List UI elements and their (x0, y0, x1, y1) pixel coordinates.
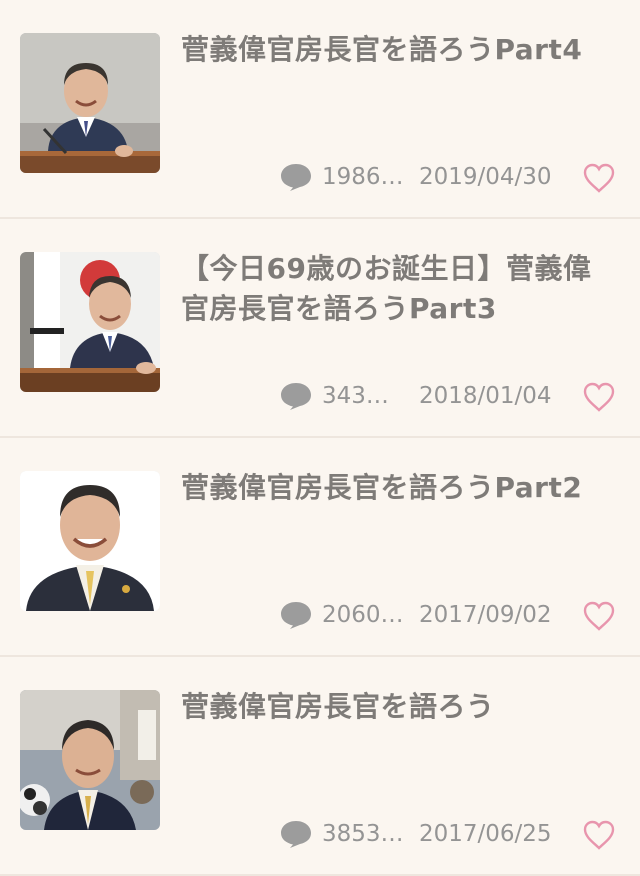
topic-meta: 343… 2018/01/04 (0, 379, 640, 419)
post-date: 2018/01/04 (419, 383, 552, 409)
thumbnail-image (20, 252, 160, 392)
topic-meta: 1986… 2019/04/30 (0, 160, 640, 200)
thumbnail-image (20, 33, 160, 173)
thumbnail-image (20, 471, 160, 611)
heart-outline-icon[interactable] (582, 819, 616, 851)
speech-bubble-icon (281, 602, 311, 629)
list-item[interactable]: 菅義偉官房長官を語ろうPart4 1986… 2019/04/30 (0, 0, 640, 219)
topic-thumbnail[interactable] (20, 33, 160, 173)
post-date: 2017/06/25 (419, 821, 552, 847)
comment-count: 343… (322, 383, 389, 409)
topic-thumbnail[interactable] (20, 471, 160, 611)
comment-count: 1986… (322, 164, 404, 190)
topic-title[interactable]: 菅義偉官房長官を語ろうPart2 (181, 468, 616, 508)
heart-outline-icon[interactable] (582, 162, 616, 194)
list-item[interactable]: 菅義偉官房長官を語ろう 3853… 2017/06/25 (0, 657, 640, 876)
topic-title[interactable]: 【今日69歳のお誕生日】菅義偉官房長官を語ろうPart3 (181, 249, 616, 329)
topic-meta: 3853… 2017/06/25 (0, 817, 640, 857)
speech-bubble-icon (281, 383, 311, 410)
topic-title[interactable]: 菅義偉官房長官を語ろう (181, 687, 616, 727)
speech-bubble-icon (281, 821, 311, 848)
post-date: 2019/04/30 (419, 164, 552, 190)
topic-meta: 2060… 2017/09/02 (0, 598, 640, 638)
thumbnail-image (20, 690, 160, 830)
topic-thumbnail[interactable] (20, 690, 160, 830)
heart-outline-icon[interactable] (582, 381, 616, 413)
speech-bubble-icon (281, 164, 311, 191)
post-date: 2017/09/02 (419, 602, 552, 628)
comment-count: 2060… (322, 602, 404, 628)
topic-list: 菅義偉官房長官を語ろうPart4 1986… 2019/04/30 【今日69歳… (0, 0, 640, 876)
comment-count: 3853… (322, 821, 404, 847)
list-item[interactable]: 菅義偉官房長官を語ろうPart2 2060… 2017/09/02 (0, 438, 640, 657)
topic-title[interactable]: 菅義偉官房長官を語ろうPart4 (181, 30, 616, 70)
heart-outline-icon[interactable] (582, 600, 616, 632)
list-item[interactable]: 【今日69歳のお誕生日】菅義偉官房長官を語ろうPart3 343… 2018/0… (0, 219, 640, 438)
topic-thumbnail[interactable] (20, 252, 160, 392)
